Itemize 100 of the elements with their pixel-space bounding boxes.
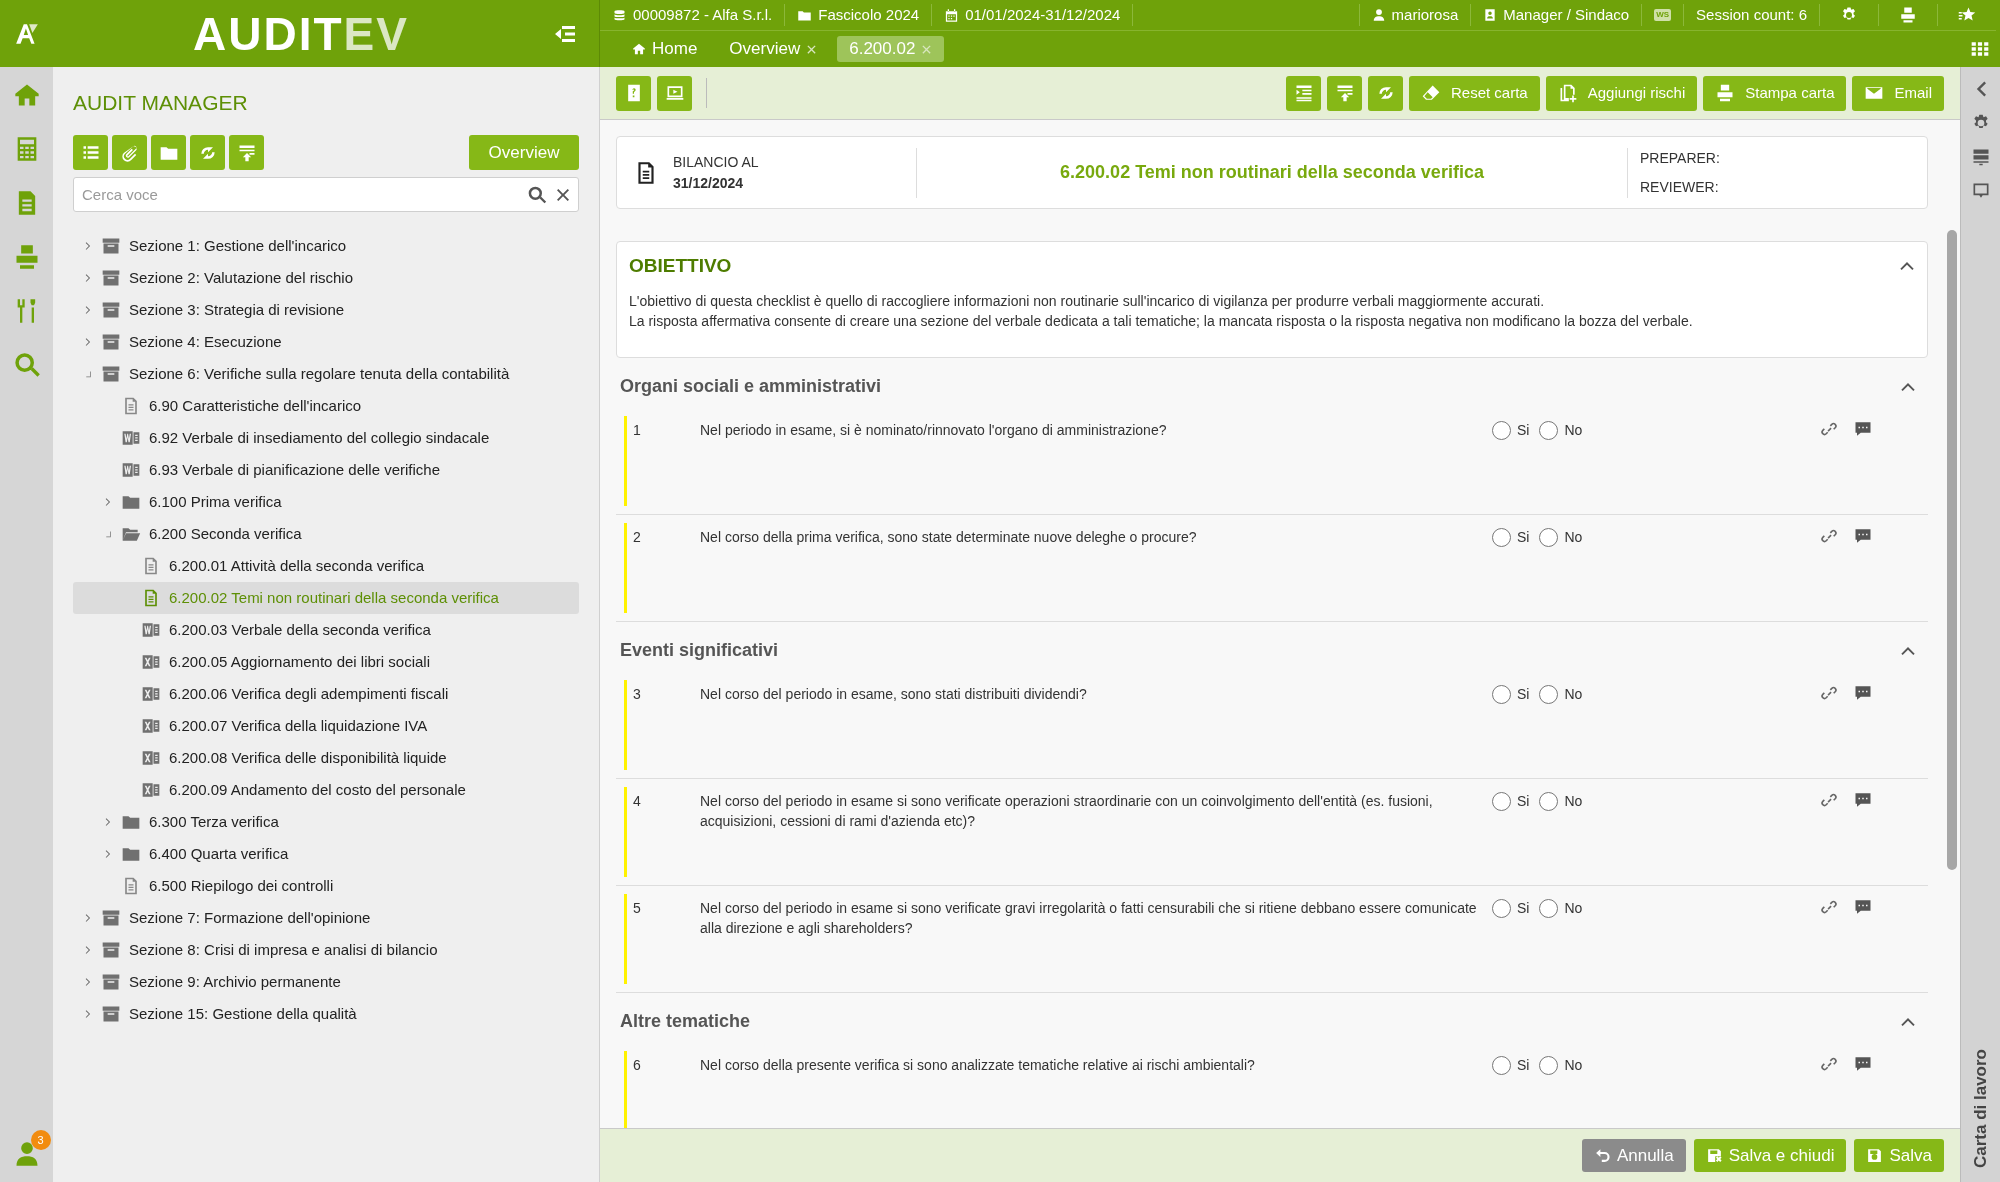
radio-option[interactable]: Si: [1492, 683, 1530, 705]
toolbar-icon-button[interactable]: [1286, 75, 1321, 111]
radio-button[interactable]: [1539, 898, 1559, 918]
tree-item[interactable]: 6.200.07 Verifica della liquidazione IVA: [73, 710, 579, 742]
comment-icon[interactable]: [1854, 1054, 1872, 1073]
chevron-right-icon[interactable]: [103, 497, 113, 507]
tree-item[interactable]: 6.93 Verbale di pianificazione delle verifiche: [73, 454, 579, 486]
radio-button[interactable]: [1539, 527, 1559, 547]
sidebar-tool-button[interactable]: [73, 135, 108, 170]
radio-button[interactable]: [1492, 898, 1511, 918]
question-number: 1: [632, 420, 642, 440]
comment-icon[interactable]: [1854, 526, 1872, 545]
question-number: 5: [632, 898, 642, 918]
tree-item[interactable]: 6.300 Terza verifica: [73, 806, 579, 838]
radio-button[interactable]: [1539, 684, 1559, 704]
tree-item[interactable]: 6.500 Riepilogo dei controlli: [73, 870, 579, 902]
radio-option[interactable]: No: [1539, 526, 1583, 548]
radio-option[interactable]: No: [1539, 897, 1583, 919]
chevron-right-icon[interactable]: [83, 1009, 93, 1019]
close-icon[interactable]: [555, 187, 571, 203]
tree-item[interactable]: 6.90 Caratteristiche dell'incarico: [73, 390, 579, 422]
radio-option[interactable]: Si: [1492, 790, 1530, 812]
tree-item[interactable]: 6.200.01 Attività della seconda verifica: [73, 550, 579, 582]
tree-item[interactable]: Sezione 1: Gestione dell'incarico: [73, 230, 579, 262]
tree-item[interactable]: 6.92 Verbale di insediamento del collegio sindacale: [73, 422, 579, 454]
tree-item[interactable]: 6.400 Quarta verifica: [73, 838, 579, 870]
question-text: Nel periodo in esame, si è nominato/rinnovato l'organo di amministrazione?: [700, 420, 1168, 440]
radio-option[interactable]: Si: [1492, 526, 1530, 548]
search-icon[interactable]: [527, 185, 547, 205]
radio-option[interactable]: Si: [1492, 897, 1530, 919]
chevron-right-icon[interactable]: [83, 305, 93, 315]
radio-option[interactable]: Si: [1492, 1054, 1530, 1076]
tree-item[interactable]: 6.200.05 Aggiornamento dei libri sociali: [73, 646, 579, 678]
chevron-right-icon[interactable]: [83, 913, 93, 923]
sidebar-tool-button[interactable]: [229, 135, 264, 170]
tree-item[interactable]: Sezione 8: Crisi di impresa e analisi di bilancio: [73, 934, 579, 966]
radio-button[interactable]: [1539, 1055, 1559, 1075]
radio-option[interactable]: No: [1539, 790, 1583, 812]
tree-item[interactable]: Sezione 6: Verifiche sulla regolare tenuta della contabilità: [73, 358, 579, 390]
toolbar-icon-button[interactable]: [1327, 75, 1362, 111]
question-number: 3: [632, 684, 642, 704]
radio-button[interactable]: [1539, 791, 1559, 811]
tree-item[interactable]: Sezione 9: Archivio permanente: [73, 966, 579, 998]
tree-item[interactable]: 6.200.09 Andamento del costo del personale: [73, 774, 579, 806]
apps-grid-button[interactable]: [1970, 39, 1990, 59]
tree-item[interactable]: Sezione 3: Strategia di revisione: [73, 294, 579, 326]
chevron-right-icon[interactable]: [83, 273, 93, 283]
chevron-right-icon[interactable]: [103, 849, 113, 859]
chevron-right-icon[interactable]: [83, 337, 93, 347]
chevron-right-icon[interactable]: [83, 945, 93, 955]
radio-option[interactable]: Si: [1492, 419, 1530, 441]
sidebar-tool-button[interactable]: [151, 135, 186, 170]
toolbar-icon-button[interactable]: [616, 75, 651, 111]
sidebar-tool-button[interactable]: [112, 135, 147, 170]
tree-item[interactable]: 6.200.03 Verbale della seconda verifica: [73, 614, 579, 646]
collapse-mark-icon[interactable]: [103, 529, 113, 539]
objective-text: La risposta affermativa consente di creare una sezione del verbale dedicata a tali tematiche; la mancata risposta o la risposta negativa non modificano la bozza del verbale.: [629, 311, 1694, 331]
collapse-mark-icon[interactable]: [83, 369, 93, 379]
tree-item[interactable]: Sezione 2: Valutazione del rischio: [73, 262, 579, 294]
radio-button[interactable]: [1492, 527, 1511, 547]
toolbar-icon-button[interactable]: [657, 75, 692, 111]
word-file-icon: [121, 460, 141, 480]
radio-button[interactable]: [1492, 791, 1511, 811]
app-logo: AUDITEV: [193, 10, 409, 57]
comment-icon[interactable]: [1854, 419, 1872, 438]
printer-icon: [1899, 6, 1917, 24]
search-field[interactable]: Cerca voce: [73, 177, 579, 212]
radio-option[interactable]: No: [1539, 683, 1583, 705]
tree-item[interactable]: 6.200 Seconda verifica: [73, 518, 579, 550]
tree-item[interactable]: Sezione 4: Esecuzione: [73, 326, 579, 358]
radio-option[interactable]: No: [1539, 419, 1583, 441]
tree-item[interactable]: 6.200.06 Verifica degli adempimenti fiscali: [73, 678, 579, 710]
section-title: Altre tematiche: [620, 1010, 751, 1033]
question-text: Nel corso del periodo in esame si sono verificate operazioni straordinarie con un coinvolgimento dell'entità (es. fusioni, acquisizioni, cessioni di rami d'azienda etc)?: [700, 791, 1434, 831]
search-icon: [12, 351, 41, 379]
radio-button[interactable]: [1539, 420, 1559, 440]
tree-item[interactable]: 6.100 Prima verifica: [73, 486, 579, 518]
chevron-right-icon[interactable]: [83, 977, 93, 987]
comment-icon[interactable]: [1854, 897, 1872, 916]
toolbar-icon-button[interactable]: [1368, 75, 1403, 111]
balance-label: BILANCIO AL: [673, 152, 759, 172]
radio-button[interactable]: [1492, 420, 1511, 440]
chevron-right-icon[interactable]: [103, 817, 113, 827]
tree-item[interactable]: Sezione 15: Gestione della qualità: [73, 998, 579, 1030]
radio-button[interactable]: [1492, 1055, 1511, 1075]
work-paper-tab[interactable]: Carta di lavoro: [1967, 1048, 1994, 1168]
save-icon: [1866, 1147, 1884, 1164]
sidebar-tool-button[interactable]: [190, 135, 225, 170]
save-close-icon: [1705, 1147, 1723, 1164]
question-text: Nel corso del periodo in esame, sono stati distribuiti dividendi?: [700, 684, 1088, 704]
chevron-right-icon[interactable]: [83, 241, 93, 251]
balance-date: 31/12/2024: [673, 173, 745, 193]
radio-button[interactable]: [1492, 684, 1511, 704]
radio-option[interactable]: No: [1539, 1054, 1583, 1076]
comment-icon[interactable]: [1854, 790, 1872, 809]
comment-icon[interactable]: [1854, 683, 1872, 702]
scrollbar[interactable]: [1947, 230, 1957, 870]
tree-item[interactable]: Sezione 7: Formazione dell'opinione: [73, 902, 579, 934]
tree-item[interactable]: 6.200.08 Verifica delle disponibilità liquide: [73, 742, 579, 774]
archive-box-icon: [101, 972, 121, 992]
